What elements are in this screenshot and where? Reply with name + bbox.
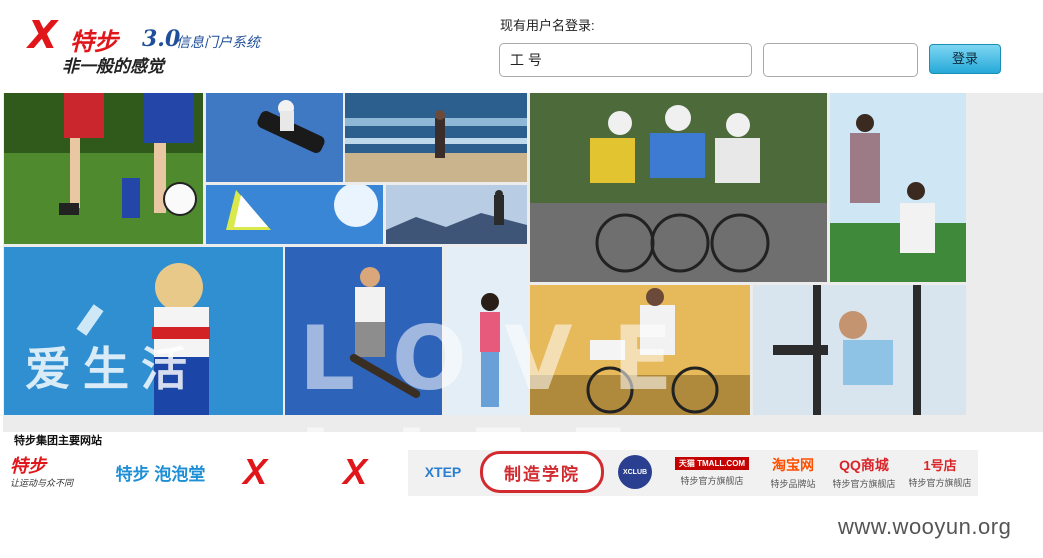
username-input[interactable] (499, 43, 752, 77)
photo-jumping-women (830, 93, 966, 282)
logo-x-mark: X (28, 13, 58, 57)
site-xtep-en-label: XTEP (424, 464, 462, 480)
photo-mountain (386, 185, 527, 244)
site-taobao-caption: 特步品牌站 (770, 478, 816, 489)
site-tmall-logo: 天猫 TMALL.COM (674, 457, 750, 470)
site-college-label: 制造学院 (504, 464, 580, 484)
xtep-logo: X 特步 3.0 信息门户系统 非一般的感觉 (22, 12, 282, 82)
site-xtep-name: 特步 (10, 455, 46, 476)
photo-gym-woman (753, 285, 966, 415)
sites-section-title: 特步集团主要网站 (14, 435, 102, 447)
site-link-yihaodian[interactable]: 1号店 特步官方旗舰店 (904, 450, 976, 494)
site-link-xtep-logo-2[interactable]: X (315, 450, 395, 494)
photo-soccer (4, 93, 203, 244)
site-link-xclub[interactable]: XCLUB (612, 450, 658, 494)
site-link-xtep-en[interactable]: XTEP (412, 450, 474, 494)
college-badge: 制造学院 (480, 451, 604, 493)
photo-windsurf (206, 185, 383, 244)
login-button[interactable]: 登录 (929, 44, 1001, 74)
photo-skateboarder (285, 247, 442, 415)
site-yihaodian-caption: 特步官方旗舰店 (908, 478, 972, 488)
site-xclub-label: XCLUB (622, 468, 648, 476)
photo-water-girl (4, 247, 283, 415)
photo-runner-girl (445, 247, 527, 415)
photo-family-bike (530, 285, 750, 415)
logo-system-name: 信息门户系统 (176, 35, 260, 51)
site-link-taobao[interactable]: 淘宝网 特步品牌站 (760, 450, 826, 494)
site-qq-logo: QQ商城 (839, 456, 889, 473)
login-label: 现有用户名登录: (500, 18, 595, 33)
xclub-badge-icon: XCLUB (618, 455, 652, 489)
site-link-xtep-logo-1[interactable]: X (215, 450, 295, 494)
site-link-college[interactable]: 制造学院 (478, 450, 606, 494)
photo-banner: 爱生活 LOVE LIFE (3, 93, 1043, 513)
watermark: www.wooyun.org (838, 514, 1012, 539)
photo-snowboard (206, 93, 343, 182)
site-yihaodian-logo: 1号店 (923, 458, 957, 473)
site-link-xtep[interactable]: 特步 让运动与众不同 (10, 450, 105, 494)
password-input[interactable] (763, 43, 918, 77)
x-logo-icon: X (342, 451, 367, 492)
photo-beach-runner (345, 93, 527, 182)
site-tmall-caption: 特步官方旗舰店 (680, 476, 744, 486)
logo-slogan: 非一般的感觉 (62, 57, 164, 77)
site-paopaotang-label: 特步 泡泡堂 (115, 464, 206, 484)
site-link-tmall[interactable]: 天猫 TMALL.COM 特步官方旗舰店 (668, 450, 756, 494)
site-link-paopaotang[interactable]: 特步 泡泡堂 (108, 450, 213, 494)
site-link-qq[interactable]: QQ商城 特步官方旗舰店 (828, 450, 900, 494)
photo-cyclists (530, 93, 827, 282)
x-logo-icon: X (242, 451, 267, 492)
site-qq-caption: 特步官方旗舰店 (832, 478, 896, 489)
logo-version: 3.0 (142, 26, 181, 52)
site-taobao-logo: 淘宝网 (772, 456, 814, 473)
site-xtep-slogan: 让运动与众不同 (10, 477, 74, 488)
